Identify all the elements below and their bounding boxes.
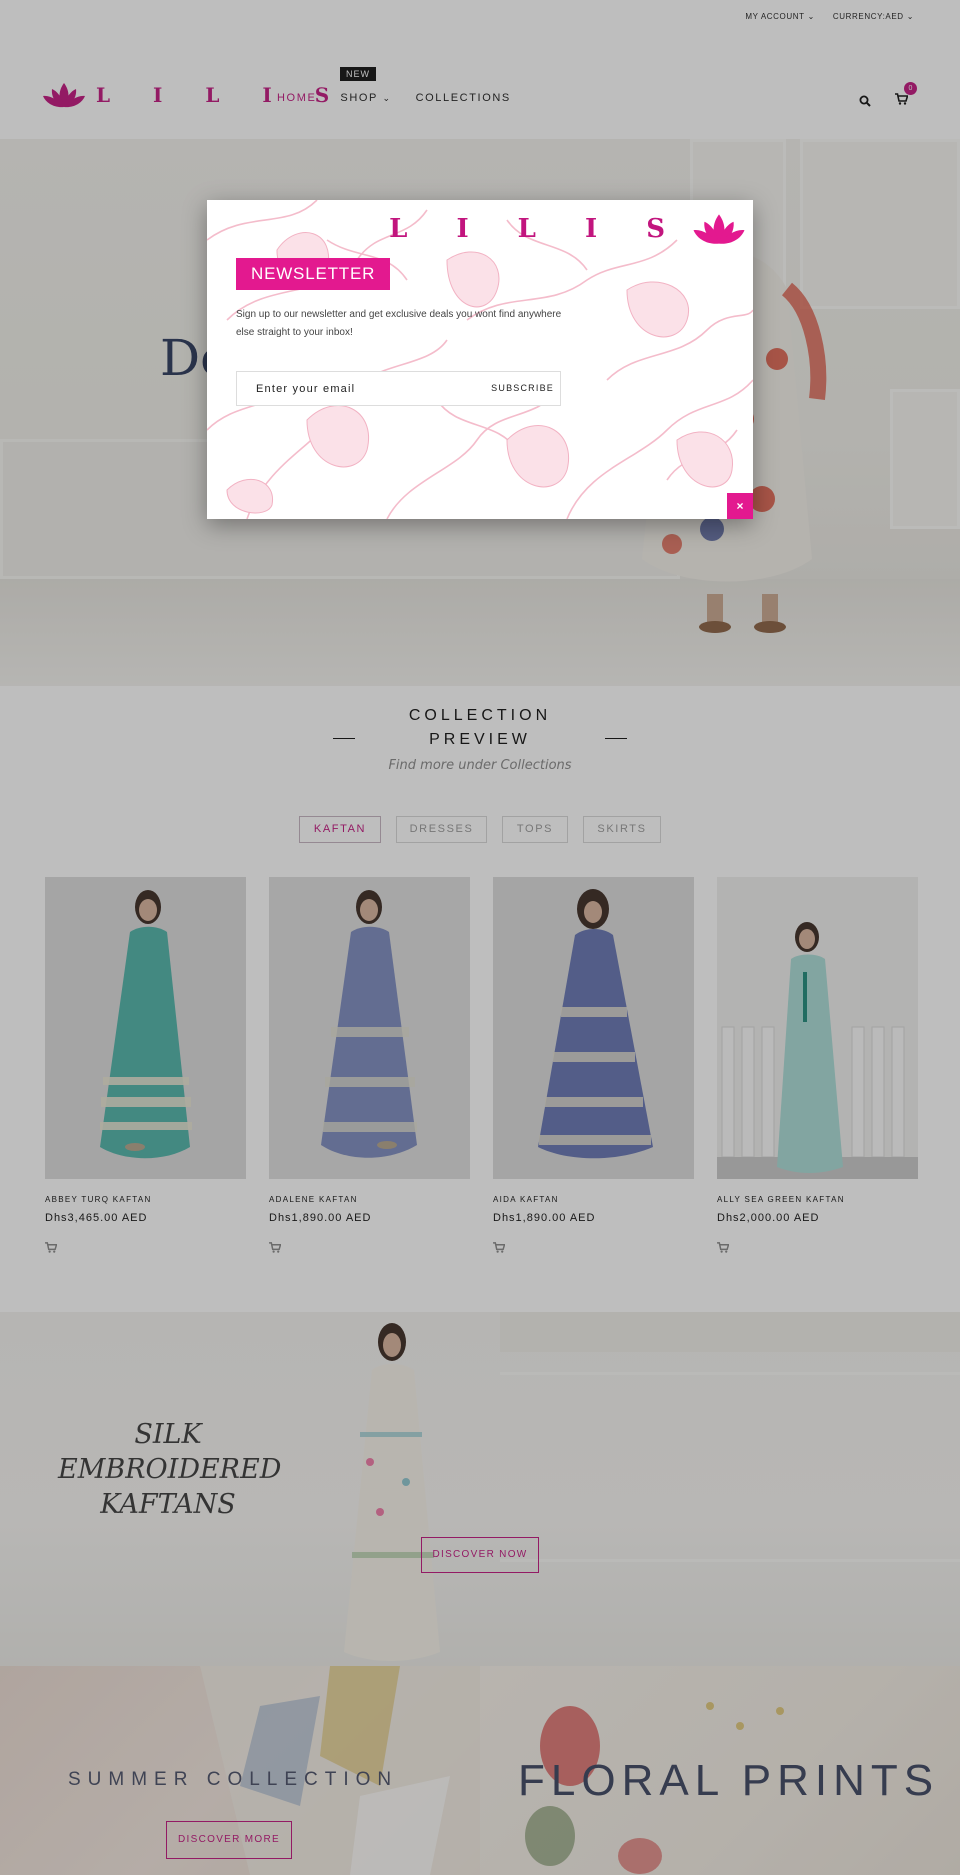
popup-brand-wordmark: L I L I S — [389, 214, 685, 244]
lotus-logo-icon — [693, 214, 745, 244]
newsletter-description: Sign up to our newsletter and get exclus… — [236, 309, 562, 338]
close-popup-button[interactable]: × — [727, 493, 753, 519]
lily-pattern-background — [207, 200, 753, 519]
newsletter-form: SUBSCRIBE — [236, 371, 561, 406]
email-input[interactable] — [237, 372, 477, 405]
subscribe-button[interactable]: SUBSCRIBE — [491, 383, 554, 393]
close-icon: × — [736, 499, 744, 513]
popup-logo: L I L I S — [389, 212, 747, 246]
newsletter-title: NEWSLETTER — [236, 258, 391, 290]
newsletter-popup: L I L I S NEWSLETTER Sign up to our news… — [207, 200, 753, 519]
